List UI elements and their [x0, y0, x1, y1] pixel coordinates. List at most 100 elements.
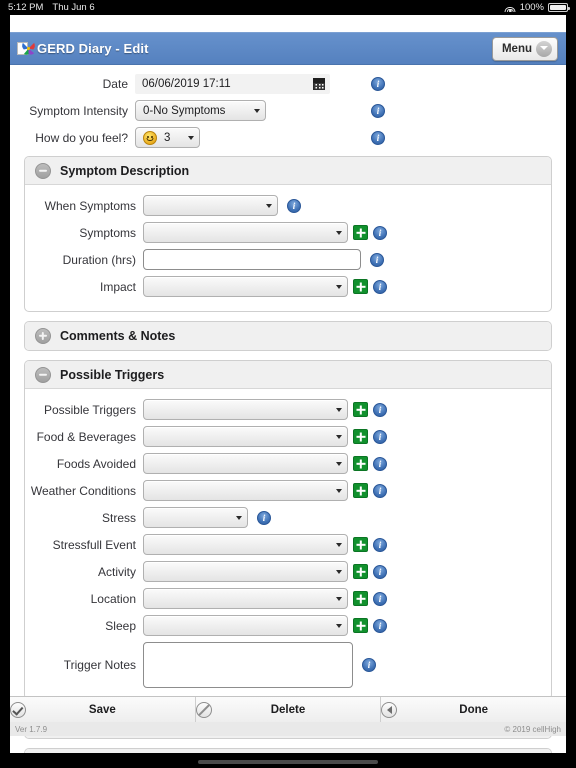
section-header-vital-statistics[interactable]: Vital Statistics — [25, 749, 551, 753]
gerd-diary-app-icon — [17, 40, 36, 57]
location-select[interactable] — [143, 588, 348, 609]
date-field[interactable]: 06/06/2019 17:11 — [135, 74, 330, 94]
field-row-foods-avoided: Foods Avoided i — [25, 453, 551, 474]
caret-down-icon — [336, 284, 342, 289]
caret-down-icon — [336, 596, 342, 601]
info-icon[interactable]: i — [257, 510, 271, 525]
info-icon[interactable]: i — [373, 564, 387, 579]
activity-select[interactable] — [143, 561, 348, 582]
field-row-symptoms: Symptoms i — [25, 222, 551, 243]
stressfull-event-select[interactable] — [143, 534, 348, 555]
done-button-label: Done — [459, 703, 489, 716]
section-header-comments-notes[interactable]: Comments & Notes — [25, 322, 551, 350]
menu-button[interactable]: Menu — [491, 36, 558, 61]
field-row-how-do-you-feel: How do you feel? 3 i — [10, 127, 566, 148]
info-icon[interactable]: i — [373, 537, 387, 552]
calendar-icon[interactable] — [313, 78, 325, 90]
version-label: Ver 1.7.9 — [15, 724, 48, 734]
add-location-button[interactable] — [353, 591, 368, 606]
delete-button-label: Delete — [270, 703, 306, 716]
impact-select[interactable] — [143, 276, 348, 297]
info-icon[interactable]: i — [362, 658, 376, 672]
caret-down-icon — [336, 230, 342, 235]
section-possible-triggers: Possible Triggers Possible Triggers i Food … — [24, 360, 552, 700]
sections-container: Symptom Description When Symptoms i Symptom… — [10, 156, 566, 753]
add-foods-avoided-button[interactable] — [353, 456, 368, 471]
symptom-intensity-label: Symptom Intensity — [29, 103, 128, 118]
add-sleep-button[interactable] — [353, 618, 368, 633]
home-indicator[interactable] — [198, 760, 378, 764]
info-icon[interactable]: i — [371, 130, 385, 145]
add-possible-triggers-button[interactable] — [353, 402, 368, 417]
food-beverages-select[interactable] — [143, 426, 348, 447]
info-icon[interactable]: i — [287, 198, 301, 213]
info-icon[interactable]: i — [373, 483, 387, 498]
save-button[interactable]: Save — [10, 697, 196, 722]
duration-hrs-label: Duration (hrs) — [62, 252, 136, 267]
page-title: GERD Diary - Edit — [37, 41, 149, 56]
location-label: Location — [90, 591, 136, 606]
caret-down-icon — [188, 135, 194, 140]
add-food-beverages-button[interactable] — [353, 429, 368, 444]
info-icon[interactable]: i — [373, 618, 387, 633]
possible-triggers-label: Possible Triggers — [43, 402, 136, 417]
status-bar-right: 100% — [504, 2, 570, 13]
info-icon[interactable]: i — [370, 252, 384, 267]
field-row-weather-conditions: Weather Conditions i — [25, 480, 551, 501]
info-icon[interactable]: i — [373, 402, 387, 417]
activity-label: Activity — [97, 564, 136, 579]
weather-conditions-label: Weather Conditions — [30, 483, 136, 498]
caret-down-icon — [336, 434, 342, 439]
app-title-bar: GERD Diary - Edit Menu — [10, 32, 566, 65]
delete-button[interactable]: Delete — [195, 697, 382, 722]
info-icon[interactable]: i — [373, 279, 387, 294]
foods-avoided-select[interactable] — [143, 453, 348, 474]
field-row-duration-hrs: Duration (hrs) i — [25, 249, 551, 270]
add-stressfull-event-button[interactable] — [353, 537, 368, 552]
done-button[interactable]: Done — [381, 697, 566, 722]
symptom-intensity-select[interactable]: 0-No Symptoms — [135, 100, 266, 121]
when-symptoms-select[interactable] — [143, 195, 278, 216]
minus-circle-icon[interactable] — [35, 162, 51, 179]
plus-circle-icon[interactable] — [35, 328, 51, 344]
how-do-you-feel-label: How do you feel? — [35, 130, 128, 145]
info-icon[interactable]: i — [373, 456, 387, 471]
possible-triggers-select[interactable] — [143, 399, 348, 420]
how-do-you-feel-select[interactable]: 3 — [135, 127, 200, 148]
field-row-symptom-intensity: Symptom Intensity 0-No Symptoms i — [10, 100, 566, 121]
section-title: Possible Triggers — [60, 367, 165, 382]
check-circle-icon — [10, 701, 26, 718]
weather-conditions-select[interactable] — [143, 480, 348, 501]
section-body-possible-triggers: Possible Triggers i Food & Beverages i Foods… — [25, 389, 551, 699]
caret-down-icon — [336, 569, 342, 574]
info-icon[interactable]: i — [373, 225, 387, 240]
add-symptoms-button[interactable] — [353, 225, 368, 240]
section-header-symptom-description[interactable]: Symptom Description — [25, 157, 551, 185]
wifi-icon — [504, 3, 516, 12]
date-label: Date — [102, 77, 128, 91]
ipad-device: 5:12 PM Thu Jun 6 100% GERD Diary - Edit… — [0, 0, 576, 768]
caret-down-icon — [336, 623, 342, 628]
stressfull-event-label: Stressfull Event — [52, 537, 136, 552]
add-impact-button[interactable] — [353, 279, 368, 294]
stress-select[interactable] — [143, 507, 248, 528]
info-icon[interactable]: i — [371, 103, 385, 118]
symptoms-label: Symptoms — [79, 225, 136, 240]
stress-label: Stress — [101, 510, 136, 525]
add-activity-button[interactable] — [353, 564, 368, 579]
minus-circle-icon[interactable] — [35, 366, 51, 383]
symptoms-select[interactable] — [143, 222, 348, 243]
trigger-notes-textarea[interactable] — [143, 642, 353, 688]
field-row-stress: Stress i — [25, 507, 551, 528]
sleep-select[interactable] — [143, 615, 348, 636]
how-do-you-feel-value: 3 — [164, 131, 171, 144]
info-icon[interactable]: i — [373, 591, 387, 606]
info-icon[interactable]: i — [371, 77, 385, 91]
field-row-when-symptoms: When Symptoms i — [25, 195, 551, 216]
info-icon[interactable]: i — [373, 429, 387, 444]
section-header-possible-triggers[interactable]: Possible Triggers — [25, 361, 551, 389]
chevron-down-icon — [536, 40, 552, 57]
duration-hrs-input[interactable] — [143, 249, 361, 270]
add-weather-conditions-button[interactable] — [353, 483, 368, 498]
copyright-label: © 2019 cellHigh — [504, 724, 561, 734]
